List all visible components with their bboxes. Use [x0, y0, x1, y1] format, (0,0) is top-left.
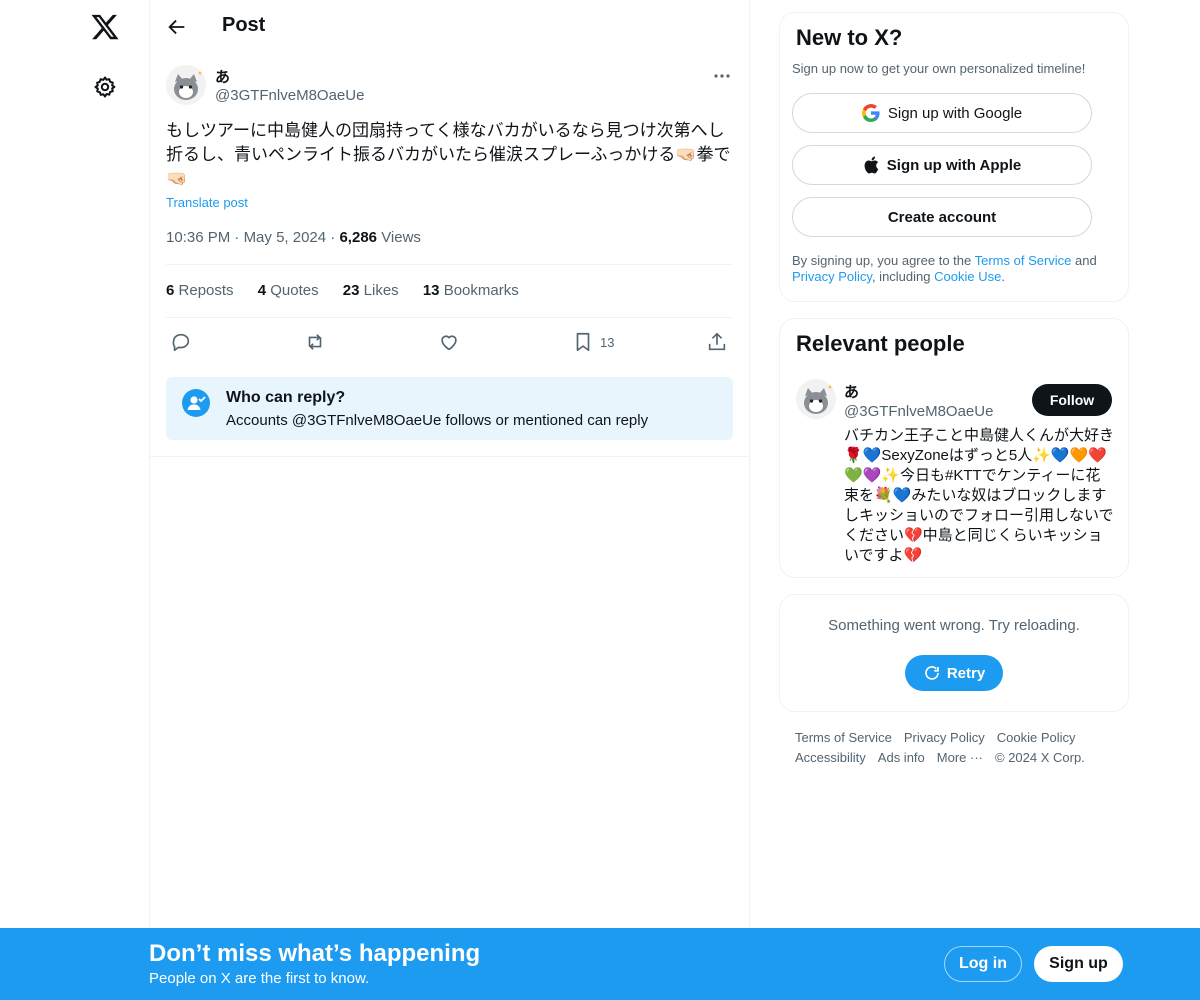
- cookie-link[interactable]: Cookie Use: [934, 269, 1001, 284]
- bookmark-count: 13: [600, 334, 615, 350]
- post-text: もしツアーに中島健人の団扇持ってく様なバカがいるなら見つけ次第へし折るし、青いペ…: [166, 121, 731, 188]
- divider: [166, 317, 733, 318]
- login-button[interactable]: Log in: [944, 946, 1022, 982]
- post-time[interactable]: 10:36 PM: [166, 229, 230, 246]
- follow-button[interactable]: Follow: [1032, 384, 1112, 416]
- apple-icon: [863, 156, 879, 174]
- footer-ads[interactable]: Ads info: [878, 750, 925, 765]
- footer-cookie[interactable]: Cookie Policy: [997, 730, 1076, 745]
- who-can-reply-title: Who can reply?: [226, 389, 346, 406]
- footer-more[interactable]: More ···: [937, 750, 983, 765]
- left-nav: [0, 0, 150, 1000]
- user-check-icon: [182, 389, 210, 417]
- reply-icon: [170, 331, 192, 353]
- banner-subtitle: People on X are the first to know.: [149, 970, 370, 987]
- signup-legal: By signing up, you agree to the Terms of…: [792, 253, 1097, 284]
- signup-card-title: New to X?: [796, 25, 903, 50]
- share-button[interactable]: [706, 330, 728, 354]
- reposts-stat[interactable]: 6 Reposts: [166, 282, 234, 299]
- post-date[interactable]: May 5, 2024: [244, 229, 327, 246]
- relevant-handle[interactable]: @3GTFnlveM8OaeUe: [844, 403, 993, 420]
- post-column: Post あ @3GTFnlveM8OaeUe もしツアーに中島健人の団扇持って…: [149, 0, 750, 930]
- bookmark-icon: [572, 331, 594, 353]
- relevant-name[interactable]: あ: [844, 381, 859, 402]
- views-label: Views: [381, 229, 421, 246]
- footer-links: Terms of Service Privacy Policy Cookie Pol…: [795, 728, 1115, 768]
- signup-card: New to X? Sign up now to get your own pe…: [779, 12, 1129, 302]
- error-message: Something went wrong. Try reloading.: [828, 617, 1080, 634]
- bookmarks-stat[interactable]: 13 Bookmarks: [423, 282, 519, 299]
- retry-button[interactable]: Retry: [905, 655, 1003, 691]
- header: Post: [150, 0, 750, 53]
- google-icon: [861, 104, 880, 122]
- author-name[interactable]: あ: [215, 66, 230, 87]
- share-icon: [706, 331, 728, 353]
- avatar[interactable]: [796, 379, 836, 419]
- avatar[interactable]: [166, 65, 206, 105]
- refresh-icon: [923, 664, 941, 682]
- likes-stat[interactable]: 23 Likes: [343, 282, 399, 299]
- privacy-link[interactable]: Privacy Policy: [792, 269, 872, 284]
- signup-apple-button[interactable]: Sign up with Apple: [792, 145, 1092, 185]
- footer-copyright: © 2024 X Corp.: [995, 750, 1085, 765]
- login-banner: Don’t miss what’s happening People on X …: [0, 928, 1200, 1000]
- quotes-stat[interactable]: 4 Quotes: [258, 282, 319, 299]
- more-icon[interactable]: [712, 66, 732, 86]
- retry-label: Retry: [946, 664, 986, 682]
- gear-icon[interactable]: [93, 75, 117, 99]
- who-can-reply-text: Accounts @3GTFnlveM8OaeUe follows or men…: [226, 412, 649, 429]
- footer-accessibility[interactable]: Accessibility: [795, 750, 866, 765]
- heart-icon: [438, 331, 460, 353]
- post-meta: 10:36 PM · May 5, 2024 · 6,286 Views: [166, 229, 421, 246]
- footer-privacy[interactable]: Privacy Policy: [904, 730, 985, 745]
- signup-button[interactable]: Sign up: [1034, 946, 1123, 982]
- signup-card-subtitle: Sign up now to get your own personalized…: [792, 61, 1086, 76]
- signup-google-button[interactable]: Sign up with Google: [792, 93, 1092, 133]
- like-button[interactable]: [438, 330, 460, 354]
- terms-link[interactable]: Terms of Service: [975, 253, 1072, 268]
- bookmark-button[interactable]: 13: [572, 330, 614, 354]
- signup-google-label: Sign up with Google: [887, 104, 1023, 122]
- translate-link[interactable]: Translate post: [166, 195, 248, 210]
- divider: [166, 264, 733, 265]
- banner-title: Don’t miss what’s happening: [149, 940, 481, 967]
- relevant-bio: バチカン王子こと中島健人くんが大好き🌹💙SexyZoneはずっと5人✨💙🧡❤️💚…: [844, 427, 1115, 564]
- create-account-button[interactable]: Create account: [792, 197, 1092, 237]
- page-title: Post: [222, 14, 266, 36]
- relevant-people-card: Relevant people あ @3GTFnlveM8OaeUe Follo…: [779, 318, 1129, 578]
- x-logo-icon[interactable]: [90, 12, 120, 42]
- divider: [150, 456, 750, 457]
- repost-button[interactable]: [304, 330, 326, 354]
- signup-apple-label: Sign up with Apple: [886, 156, 1022, 174]
- relevant-people-title: Relevant people: [796, 331, 965, 356]
- engagement-stats: 6 Reposts 4 Quotes 23 Likes 13 Bookmarks: [166, 282, 539, 299]
- arrow-left-icon[interactable]: [166, 16, 188, 38]
- error-card: Something went wrong. Try reloading. Ret…: [779, 594, 1129, 712]
- reply-button[interactable]: [170, 330, 192, 354]
- footer-terms[interactable]: Terms of Service: [795, 730, 892, 745]
- who-can-reply-box: Who can reply? Accounts @3GTFnlveM8OaeUe…: [166, 377, 733, 440]
- views-count: 6,286: [339, 229, 378, 246]
- create-account-label: Create account: [887, 208, 997, 226]
- author-handle[interactable]: @3GTFnlveM8OaeUe: [215, 87, 364, 104]
- repost-icon: [304, 331, 326, 353]
